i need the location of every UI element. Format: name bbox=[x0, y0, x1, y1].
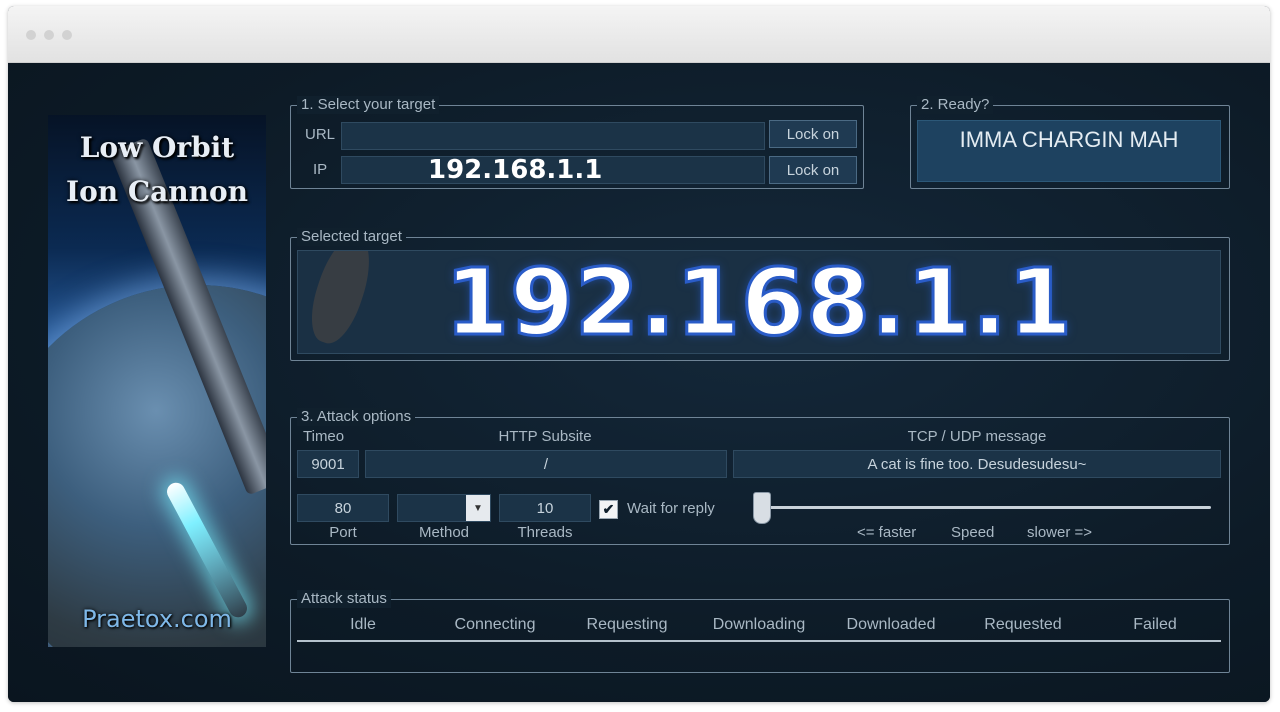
attack-status-legend: Attack status bbox=[297, 590, 391, 608]
select-target-group: 1. Select your target URL Lock on IP 192… bbox=[290, 96, 864, 189]
tcp-udp-message-label: TCP / UDP message bbox=[907, 428, 1047, 445]
status-col-connecting: Connecting bbox=[454, 616, 536, 633]
selected-target-legend: Selected target bbox=[297, 228, 406, 246]
banner-site-link[interactable]: Praetox.com bbox=[48, 605, 266, 633]
threads-label: Threads bbox=[517, 524, 573, 541]
select-target-legend: 1. Select your target bbox=[297, 96, 440, 114]
chevron-down-icon[interactable]: ▼ bbox=[466, 495, 490, 521]
window-titlebar bbox=[8, 6, 1270, 63]
status-divider bbox=[297, 640, 1221, 642]
method-label: Method bbox=[418, 524, 470, 541]
loic-banner-image: Low Orbit Ion Cannon Praetox.com bbox=[48, 115, 266, 647]
fire-button[interactable]: IMMA CHARGIN MAH bbox=[917, 120, 1221, 182]
url-label: URL bbox=[305, 126, 336, 143]
status-col-requested: Requested bbox=[984, 616, 1062, 633]
attack-options-group: 3. Attack options Timeo HTTP Subsite TCP… bbox=[290, 408, 1230, 545]
ip-label: IP bbox=[313, 161, 328, 178]
attack-options-legend: 3. Attack options bbox=[297, 408, 416, 426]
timeout-label: Timeo bbox=[303, 428, 345, 445]
timeout-input[interactable]: 9001 bbox=[297, 450, 359, 478]
url-input[interactable] bbox=[341, 122, 765, 150]
banner-title-line1: Low Orbit bbox=[79, 131, 235, 164]
tcp-udp-message-input[interactable]: A cat is fine too. Desudesudesu~ bbox=[733, 450, 1221, 478]
ready-group: 2. Ready? IMMA CHARGIN MAH bbox=[910, 96, 1230, 189]
window-dot-icon[interactable] bbox=[26, 30, 36, 40]
status-col-downloaded: Downloaded bbox=[846, 616, 936, 633]
status-col-downloading: Downloading bbox=[712, 616, 806, 633]
speed-slower-label: slower => bbox=[1027, 524, 1093, 541]
port-input[interactable]: 80 bbox=[297, 494, 389, 522]
lock-on-ip-button[interactable]: Lock on bbox=[769, 156, 857, 184]
http-subsite-input[interactable]: / bbox=[365, 450, 727, 478]
status-col-failed: Failed bbox=[1133, 616, 1177, 633]
method-select[interactable]: ▼ bbox=[397, 494, 491, 522]
ready-legend: 2. Ready? bbox=[917, 96, 994, 114]
app-window: Low Orbit Ion Cannon Praetox.com 1. Sele… bbox=[8, 6, 1270, 702]
speed-slider-handle[interactable] bbox=[753, 492, 771, 524]
speed-label: Speed bbox=[951, 524, 995, 541]
status-col-requesting: Requesting bbox=[586, 616, 668, 633]
loic-app: Low Orbit Ion Cannon Praetox.com 1. Sele… bbox=[8, 63, 1270, 702]
window-dot-icon[interactable] bbox=[44, 30, 54, 40]
selected-target-group: Selected target 192.168.1.1 bbox=[290, 228, 1230, 361]
status-col-idle: Idle bbox=[350, 616, 376, 633]
selected-target-display: 192.168.1.1 bbox=[297, 250, 1221, 354]
wait-for-reply-checkbox[interactable]: ✔ bbox=[599, 500, 618, 519]
wait-for-reply-label: Wait for reply bbox=[627, 500, 715, 517]
port-label: Port bbox=[329, 524, 357, 541]
attack-status-group: Attack status Idle Connecting Requesting… bbox=[290, 590, 1230, 673]
threads-input[interactable]: 10 bbox=[499, 494, 591, 522]
ip-input[interactable]: 192.168.1.1 bbox=[341, 156, 765, 184]
http-subsite-label: HTTP Subsite bbox=[498, 428, 592, 445]
window-dot-icon[interactable] bbox=[62, 30, 72, 40]
selected-target-ip: 192.168.1.1 bbox=[444, 250, 1074, 354]
banner-title-line2: Ion Cannon bbox=[65, 175, 249, 208]
lock-on-url-button[interactable]: Lock on bbox=[769, 120, 857, 148]
speed-faster-label: <= faster bbox=[857, 524, 917, 541]
speed-slider-track[interactable] bbox=[761, 506, 1211, 509]
